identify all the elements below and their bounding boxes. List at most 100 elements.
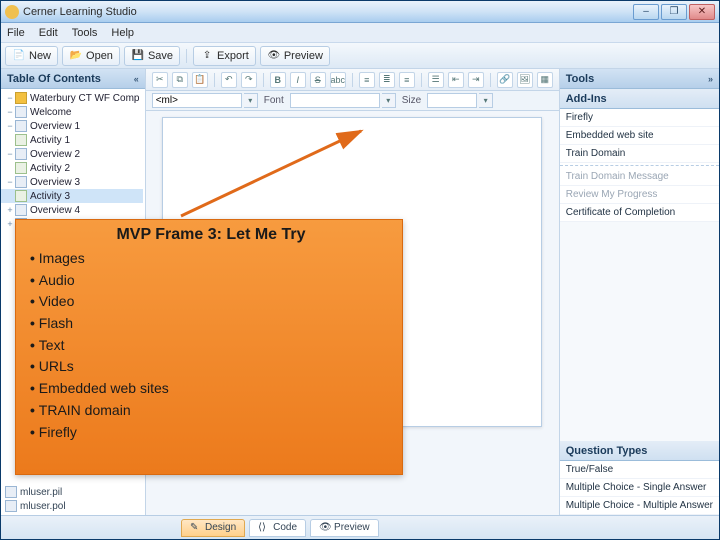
activity-icon — [15, 190, 27, 202]
list-icon[interactable]: ☰ — [428, 72, 444, 88]
open-button[interactable]: 📂Open — [62, 46, 120, 66]
menu-tools[interactable]: Tools — [72, 27, 98, 39]
callout-overlay: MVP Frame 3: Let Me Try Images Audio Vid… — [15, 219, 403, 475]
bold-icon[interactable]: B — [270, 72, 286, 88]
callout-item: URLs — [30, 356, 392, 378]
outdent-icon[interactable]: ⇤ — [448, 72, 464, 88]
abc-icon[interactable]: abc — [330, 72, 346, 88]
design-icon: ✎ — [190, 522, 202, 534]
qtype-item[interactable]: True/False — [560, 461, 719, 479]
toc-title: Table Of Contents — [7, 73, 101, 85]
tree-node[interactable]: −Overview 2 — [1, 147, 143, 161]
qtypes-title: Question Types — [566, 445, 648, 457]
page-icon — [15, 176, 27, 188]
menu-help[interactable]: Help — [111, 27, 134, 39]
qtype-item[interactable]: Multiple Choice - Single Answer — [560, 479, 719, 497]
undo-icon[interactable]: ↶ — [221, 72, 237, 88]
indent-icon[interactable]: ⇥ — [468, 72, 484, 88]
export-button[interactable]: ⇪Export — [193, 46, 256, 66]
addin-item[interactable]: Review My Progress — [560, 186, 719, 204]
window-buttons: – ❐ ✕ — [633, 4, 715, 20]
tree-node[interactable]: +Overview 4 — [1, 203, 143, 217]
strike-icon[interactable]: S — [310, 72, 326, 88]
italic-icon[interactable]: I — [290, 72, 306, 88]
addin-item[interactable]: Train Domain Message — [560, 168, 719, 186]
align-left-icon[interactable]: ≡ — [359, 72, 375, 88]
view-tab-preview[interactable]: 👁Preview — [310, 519, 379, 537]
toolbar-separator — [186, 49, 187, 63]
callout-item: Audio — [30, 270, 392, 292]
chevron-down-icon[interactable]: ▾ — [479, 93, 493, 108]
save-icon: 💾 — [131, 49, 145, 63]
separator — [214, 73, 215, 87]
copy-icon[interactable]: ⧉ — [172, 72, 188, 88]
separator — [352, 73, 353, 87]
ml-input[interactable] — [152, 93, 242, 108]
page-icon — [15, 148, 27, 160]
app-window: Cerner Learning Studio – ❐ ✕ File Edit T… — [0, 0, 720, 540]
menu-file[interactable]: File — [7, 27, 25, 39]
page-icon — [15, 204, 27, 216]
redo-icon[interactable]: ↷ — [241, 72, 257, 88]
tree-project[interactable]: −Waterbury CT WF Comp — [1, 91, 143, 105]
close-button[interactable]: ✕ — [689, 4, 715, 20]
collapse-icon[interactable]: » — [708, 74, 713, 84]
minimize-button[interactable]: – — [633, 4, 659, 20]
new-button[interactable]: 📄New — [5, 46, 58, 66]
font-toolbar: ▾ Font ▾ Size ▾ — [146, 91, 559, 111]
preview-button[interactable]: 👁Preview — [260, 46, 330, 66]
ml-combo[interactable]: ▾ — [152, 93, 258, 108]
collapse-icon[interactable]: « — [134, 74, 139, 84]
paste-icon[interactable]: 📋 — [192, 72, 208, 88]
font-input[interactable] — [290, 93, 380, 108]
qtype-item[interactable]: Multiple Choice - Multiple Answer — [560, 497, 719, 515]
addins-list: Firefly Embedded web site Train Domain T… — [560, 109, 719, 222]
open-icon: 📂 — [69, 49, 83, 63]
tree-node[interactable]: −Welcome — [1, 105, 143, 119]
menu-edit[interactable]: Edit — [39, 27, 58, 39]
tree-node[interactable]: Activity 2 — [1, 161, 143, 175]
main-toolbar: 📄New 📂Open 💾Save ⇪Export 👁Preview — [1, 43, 719, 69]
callout-item: Images — [30, 248, 392, 270]
task-file[interactable]: mluser.pil — [3, 485, 68, 499]
tree-node-selected[interactable]: Activity 3 — [1, 189, 143, 203]
table-icon[interactable]: ▦ — [537, 72, 553, 88]
separator — [263, 73, 264, 87]
size-combo[interactable]: ▾ — [427, 93, 493, 108]
size-input[interactable] — [427, 93, 477, 108]
callout-item: Text — [30, 335, 392, 357]
align-right-icon[interactable]: ≡ — [399, 72, 415, 88]
qtypes-header: Question Types — [560, 441, 719, 461]
link-icon[interactable]: 🔗 — [497, 72, 513, 88]
new-icon: 📄 — [12, 49, 26, 63]
font-combo[interactable]: ▾ — [290, 93, 396, 108]
addin-item[interactable]: Certificate of Completion — [560, 204, 719, 222]
code-icon: ⟨⟩ — [258, 522, 270, 534]
tree-node[interactable]: −Overview 3 — [1, 175, 143, 189]
callout-list: Images Audio Video Flash Text URLs Embed… — [30, 248, 392, 443]
file-icon — [5, 500, 17, 512]
divider — [560, 165, 719, 166]
maximize-button[interactable]: ❐ — [661, 4, 687, 20]
task-file[interactable]: mluser.pol — [3, 499, 68, 513]
addins-header: Add-Ins — [560, 89, 719, 109]
addin-item[interactable]: Embedded web site — [560, 127, 719, 145]
image-icon[interactable]: 🖼 — [517, 72, 533, 88]
tree-node[interactable]: −Overview 1 — [1, 119, 143, 133]
activity-icon — [15, 162, 27, 174]
callout-item: Video — [30, 291, 392, 313]
view-tab-design[interactable]: ✎Design — [181, 519, 245, 537]
chevron-down-icon[interactable]: ▾ — [244, 93, 258, 108]
cut-icon[interactable]: ✂ — [152, 72, 168, 88]
tree-node[interactable]: Activity 1 — [1, 133, 143, 147]
view-tab-code[interactable]: ⟨⟩Code — [249, 519, 306, 537]
addin-item[interactable]: Train Domain — [560, 145, 719, 163]
preview-icon: 👁 — [267, 49, 281, 63]
addin-item[interactable]: Firefly — [560, 109, 719, 127]
callout-item: TRAIN domain — [30, 400, 392, 422]
chevron-down-icon[interactable]: ▾ — [382, 93, 396, 108]
align-center-icon[interactable]: ≣ — [379, 72, 395, 88]
app-icon — [5, 5, 19, 19]
callout-title: MVP Frame 3: Let Me Try — [30, 226, 392, 244]
save-button[interactable]: 💾Save — [124, 46, 180, 66]
